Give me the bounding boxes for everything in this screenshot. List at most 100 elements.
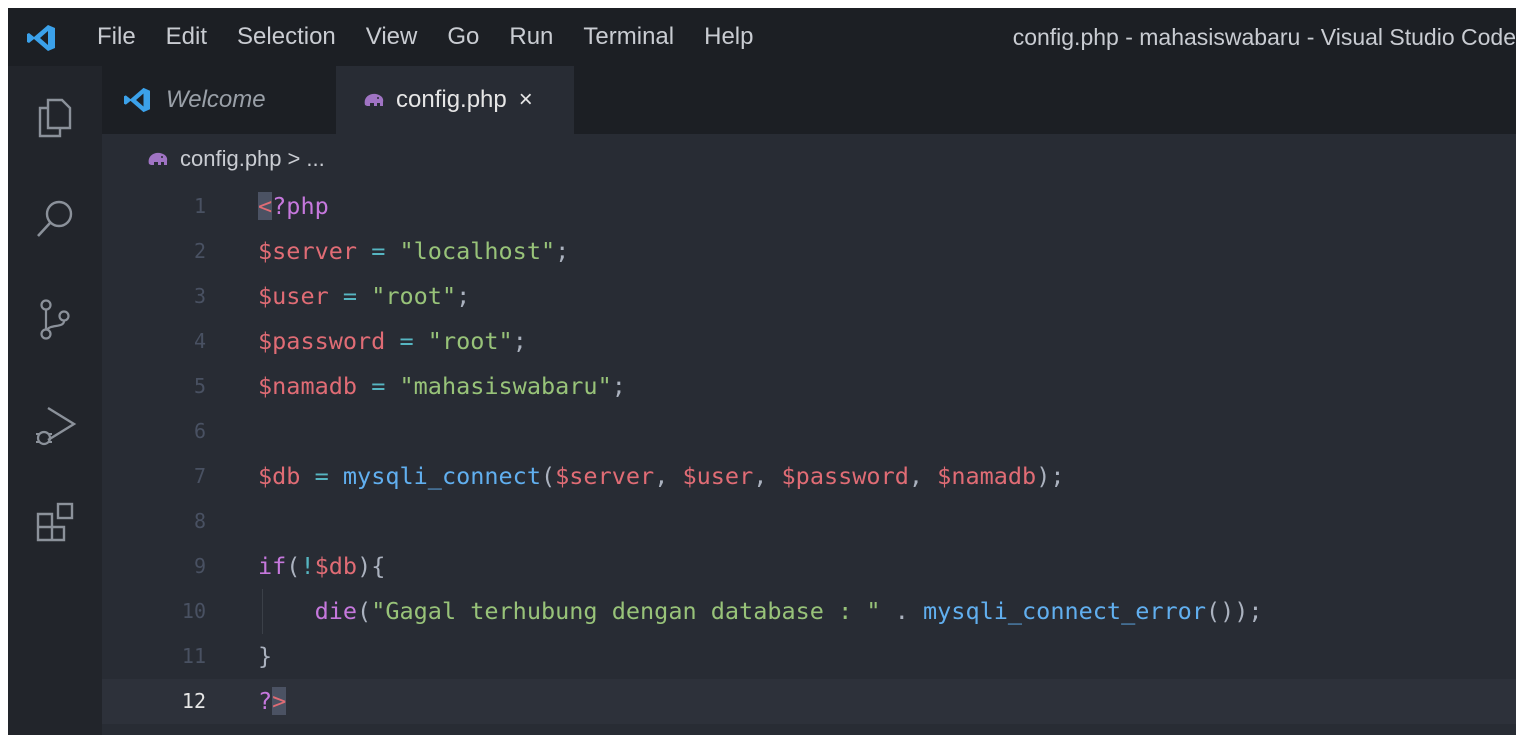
code-token: $namadb xyxy=(937,462,1037,490)
code-text: die("Gagal terhubung dengan database : "… xyxy=(258,589,1263,634)
code-text: <?php xyxy=(258,184,329,229)
close-icon[interactable]: × xyxy=(519,86,533,114)
code-token: ! xyxy=(300,552,315,580)
code-token: . xyxy=(880,597,923,625)
code-token: ( xyxy=(286,552,301,580)
code-line[interactable]: 12 ?> xyxy=(102,679,1516,724)
code-token: $password xyxy=(258,327,386,355)
code-token: $namadb xyxy=(258,372,358,400)
line-number: 7 xyxy=(193,464,206,488)
code-line[interactable]: 9 if(!$db){ xyxy=(102,544,1516,589)
run-debug-icon[interactable] xyxy=(32,402,78,448)
breadcrumb-symbols[interactable]: ... xyxy=(306,146,324,172)
code-token: $server xyxy=(555,462,655,490)
code-token: $password xyxy=(781,462,909,490)
extensions-icon[interactable] xyxy=(32,498,78,544)
code-token: > xyxy=(272,687,287,715)
code-token: if xyxy=(258,552,287,580)
code-line[interactable]: 5 $namadb = "mahasiswabaru"; xyxy=(102,364,1516,409)
code-token: ?php xyxy=(272,192,329,220)
menu-selection[interactable]: Selection xyxy=(222,8,351,66)
code-token: , xyxy=(753,462,782,490)
breadcrumb-separator: > xyxy=(287,146,301,171)
code-text: $password = "root"; xyxy=(258,319,527,364)
code-token: = xyxy=(328,282,372,310)
tab-welcome[interactable]: Welcome xyxy=(102,66,336,134)
explorer-icon[interactable] xyxy=(32,94,78,140)
tab-label: config.php xyxy=(396,86,507,113)
code-text: ?> xyxy=(258,679,287,724)
code-line[interactable]: 11} xyxy=(102,634,1516,679)
vscode-logo-icon xyxy=(124,87,150,113)
code-token: $user xyxy=(258,282,329,310)
code-line[interactable]: 2 $server = "localhost"; xyxy=(102,229,1516,274)
breadcrumb-file[interactable]: config.php xyxy=(180,146,282,172)
tab-bar: Welcome config.php × xyxy=(102,66,1516,134)
line-number: 6 xyxy=(193,419,206,443)
line-number: 1 xyxy=(193,194,206,218)
code-token: $user xyxy=(682,462,754,490)
code-token: die xyxy=(314,597,358,625)
source-control-icon[interactable] xyxy=(32,296,78,342)
menu-help[interactable]: Help xyxy=(689,8,768,66)
code-token: ); xyxy=(1036,462,1065,490)
line-number: 4 xyxy=(193,329,206,353)
code-text: if(!$db){ xyxy=(258,544,385,589)
code-text: $server = "localhost"; xyxy=(258,229,569,274)
code-line[interactable]: 8 xyxy=(102,499,1516,544)
line-number: 9 xyxy=(193,554,206,578)
code-token: mysqli_connect_error xyxy=(923,597,1206,625)
code-token: ){ xyxy=(357,552,386,580)
code-token: "localhost" xyxy=(399,237,556,265)
code-token: $server xyxy=(258,237,358,265)
line-number: 2 xyxy=(193,239,206,263)
editor-area[interactable]: config.php > ... 1 <?php 2 $server = "local… xyxy=(102,134,1516,735)
code-text: $db = mysqli_connect($server, $user, $pa… xyxy=(258,454,1065,499)
tab-label: Welcome xyxy=(166,86,266,113)
line-number: 5 xyxy=(193,374,206,398)
code-token: $db xyxy=(258,462,301,490)
code-line[interactable]: 4 $password = "root"; xyxy=(102,319,1516,364)
tab-config-php[interactable]: config.php × xyxy=(336,66,574,134)
code-token: = xyxy=(385,327,428,355)
window-title: config.php - mahasiswabaru - Visual Stud… xyxy=(1012,24,1516,50)
code-token: $db xyxy=(314,552,358,580)
menu-terminal[interactable]: Terminal xyxy=(568,8,689,66)
line-number: 11 xyxy=(181,644,206,668)
code-token: = xyxy=(357,372,400,400)
menu-view[interactable]: View xyxy=(351,8,433,66)
title-bar: File Edit Selection View Go Run Terminal Help c… xyxy=(8,8,1516,66)
menu-go[interactable]: Go xyxy=(432,8,494,66)
search-icon[interactable] xyxy=(32,196,78,242)
code-token: ; xyxy=(611,372,626,400)
code-text: $namadb = "mahasiswabaru"; xyxy=(258,364,626,409)
code-line[interactable]: 7 $db = mysqli_connect($server, $user, $p… xyxy=(102,454,1516,499)
php-elephant-icon xyxy=(364,93,384,106)
code-text: } xyxy=(258,634,272,679)
code-text: $user = "root"; xyxy=(258,274,470,319)
code-line[interactable]: 10 die("Gagal terhubung dengan database … xyxy=(102,589,1516,634)
code-token: ? xyxy=(258,687,273,715)
code-token: ()); xyxy=(1205,597,1263,625)
menu-bar: File Edit Selection View Go Run Terminal Help xyxy=(82,8,768,66)
code-token: mysqli_connect xyxy=(342,462,541,490)
code-token: "root" xyxy=(371,282,457,310)
code-token: < xyxy=(258,192,273,220)
code-token: = xyxy=(300,462,343,490)
code-line[interactable]: 6 xyxy=(102,409,1516,454)
menu-file[interactable]: File xyxy=(82,8,151,66)
menu-run[interactable]: Run xyxy=(494,8,568,66)
line-number: 10 xyxy=(181,599,206,623)
code-token: "Gagal terhubung dengan database : " xyxy=(371,597,881,625)
code-line[interactable]: 1 <?php xyxy=(102,184,1516,229)
code-token: , xyxy=(908,462,938,490)
code-line[interactable]: 3 $user = "root"; xyxy=(102,274,1516,319)
menu-edit[interactable]: Edit xyxy=(151,8,222,66)
code-token: } xyxy=(258,642,273,670)
code-token: ( xyxy=(357,597,372,625)
line-number: 12 xyxy=(181,689,206,713)
code-lines[interactable]: 1 <?php 2 $server = "localhost"; 3 $user = "r… xyxy=(102,184,1516,724)
breadcrumb: config.php > ... xyxy=(146,146,325,172)
code-token: , xyxy=(654,462,683,490)
